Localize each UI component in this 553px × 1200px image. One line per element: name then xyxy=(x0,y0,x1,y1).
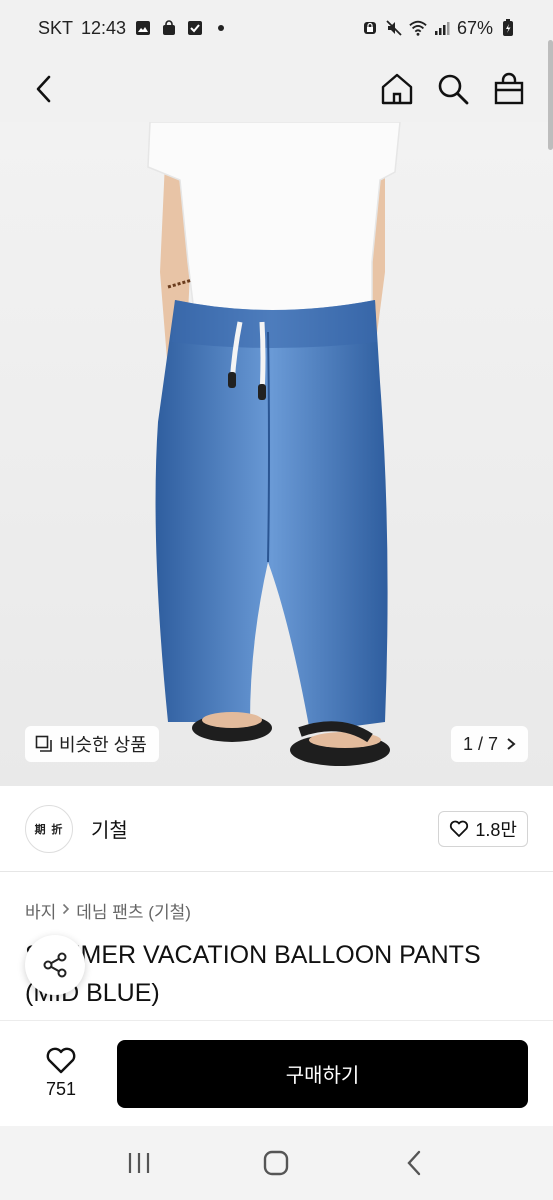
heart-icon xyxy=(46,1047,76,1074)
page-scrollbar[interactable] xyxy=(548,40,553,150)
battery-percent: 67% xyxy=(456,17,493,38)
bag-icon xyxy=(160,19,178,37)
chevron-right-icon xyxy=(62,902,70,920)
similar-products-label: 비슷한 상품 xyxy=(59,735,147,755)
search-icon xyxy=(438,74,469,105)
dot-icon xyxy=(212,19,230,37)
recent-apps-icon xyxy=(128,1153,149,1173)
image-counter-label: 1 / 7 xyxy=(462,733,498,754)
buy-button-label: 구매하기 xyxy=(285,1065,360,1087)
home-nav-button[interactable] xyxy=(256,1143,296,1183)
product-photo xyxy=(147,122,401,766)
product-title: SUMMER VACATION BALLOON PANTS (MID BLUE) xyxy=(25,941,481,1007)
brand-logo-text: 期 折 xyxy=(34,822,64,836)
search-button[interactable] xyxy=(431,67,475,111)
wishlist-count: 751 xyxy=(45,1079,77,1099)
product-image-carousel[interactable]: 비슷한 상품 1 / 7 xyxy=(0,122,553,786)
brand-name[interactable]: 기철 xyxy=(91,814,128,843)
wifi-icon xyxy=(409,19,427,37)
brand-like-count: 1.8만 xyxy=(475,819,517,840)
breadcrumb-item[interactable]: 데님 팬츠 (기철) xyxy=(76,898,191,923)
cart-button[interactable] xyxy=(487,67,531,111)
image-counter[interactable]: 1 / 7 xyxy=(450,726,528,762)
back-button[interactable] xyxy=(22,67,66,111)
battery-icon xyxy=(499,19,517,37)
buy-button[interactable]: 구매하기 xyxy=(117,1039,528,1108)
mute-icon xyxy=(385,19,403,37)
status-left: SKT 12:43 xyxy=(38,18,230,39)
breadcrumb-item[interactable]: 바지 xyxy=(25,898,56,923)
share-button[interactable] xyxy=(25,935,85,995)
status-right: 67% xyxy=(361,18,517,39)
purchase-bar: 751 구매하기 xyxy=(0,1020,553,1126)
brand-like-button[interactable]: 1.8만 xyxy=(438,810,528,847)
clock-label: 12:43 xyxy=(81,17,127,38)
gallery-icon xyxy=(134,19,152,37)
home-nav-icon xyxy=(264,1150,289,1176)
back-nav-button[interactable] xyxy=(394,1143,434,1183)
status-bar: SKT 12:43 67% xyxy=(0,0,553,56)
home-icon xyxy=(381,73,413,105)
recent-apps-button[interactable] xyxy=(119,1143,159,1183)
lock-icon xyxy=(361,19,379,37)
home-button[interactable] xyxy=(375,67,419,111)
back-nav-icon xyxy=(407,1150,421,1176)
signal-icon xyxy=(433,19,451,37)
similar-items-icon xyxy=(35,735,52,752)
similar-products-button[interactable]: 비슷한 상품 xyxy=(25,726,159,762)
system-nav-bar xyxy=(0,1126,553,1200)
carrier-label: SKT xyxy=(38,17,74,38)
heart-icon xyxy=(450,820,469,837)
chevron-left-icon xyxy=(36,75,51,103)
breadcrumb: 바지 데님 팬츠 (기철) xyxy=(25,898,191,923)
brand-logo[interactable]: 期 折 xyxy=(25,804,73,853)
header-actions xyxy=(375,67,531,111)
share-icon xyxy=(43,952,67,978)
chevron-right-icon xyxy=(507,738,516,750)
check-icon xyxy=(186,19,204,37)
app-header xyxy=(0,56,553,122)
shopping-bag-icon xyxy=(494,72,524,105)
brand-row: 期 折 기철 1.8만 xyxy=(0,786,553,872)
wishlist-button[interactable]: 751 xyxy=(25,1047,97,1100)
